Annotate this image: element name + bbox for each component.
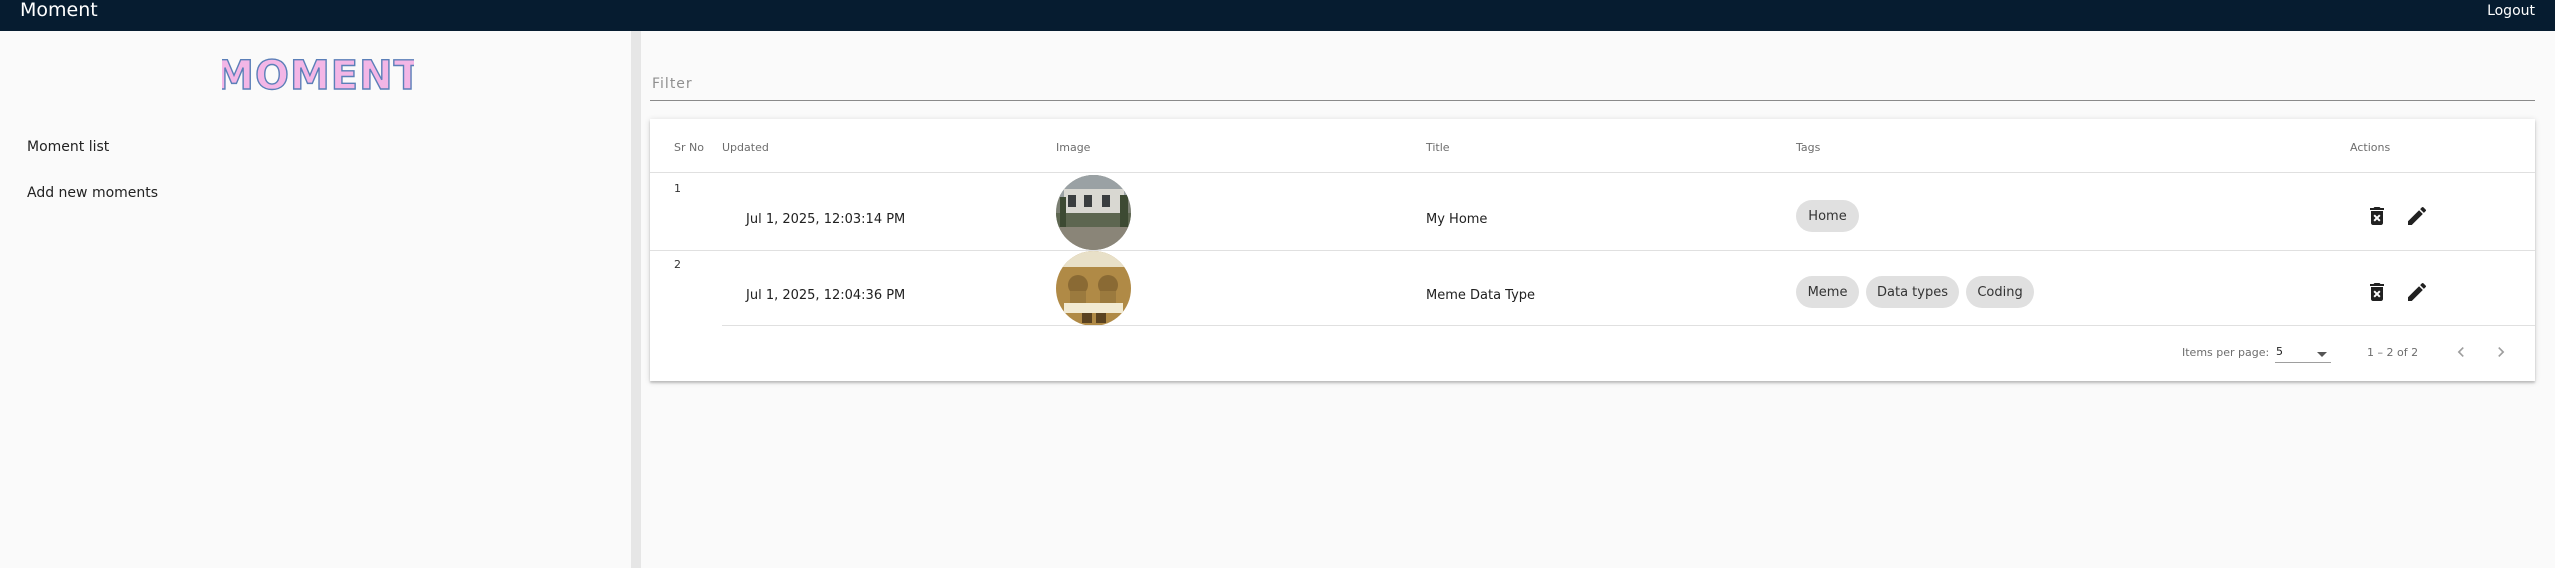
app-title: Moment	[20, 0, 98, 21]
edit-icon[interactable]	[2405, 280, 2429, 304]
edit-icon[interactable]	[2405, 204, 2429, 228]
header-title[interactable]: Title	[1426, 141, 1450, 154]
sidebar-item-add-new-moments[interactable]: Add new moments	[27, 185, 158, 201]
top-app-bar: Moment Logout	[0, 0, 2555, 31]
filter-field[interactable]	[650, 69, 2535, 101]
house-photo-image	[1056, 175, 1131, 250]
meme-image	[1056, 251, 1131, 326]
logo-text: MOMENT	[222, 53, 414, 99]
header-actions: Actions	[2350, 141, 2391, 154]
previous-page-icon[interactable]	[2451, 342, 2471, 362]
filter-input[interactable]	[650, 75, 2535, 93]
row-srno: 2	[674, 258, 681, 271]
row-title: Meme Data Type	[1426, 288, 1536, 303]
moment-thumbnail[interactable]	[1056, 251, 1131, 326]
tag-chip[interactable]: Meme	[1796, 276, 1859, 308]
delete-icon[interactable]	[2365, 280, 2389, 304]
main-content: Sr No Updated Image Title Tags Actions 1…	[641, 31, 2555, 568]
row-divider	[722, 325, 2535, 326]
sidebar: MOMENT Moment list Add new moments	[0, 31, 631, 568]
header-image: Image	[1056, 141, 1091, 154]
logout-button[interactable]: Logout	[2487, 3, 2535, 19]
page-range-label: 1 – 2 of 2	[2367, 346, 2419, 359]
page-size-select[interactable]: 5	[2275, 343, 2331, 363]
header-srno[interactable]: Sr No	[674, 141, 704, 154]
header-divider	[650, 172, 2535, 173]
moment-logo: MOMENT	[222, 52, 414, 99]
sidebar-item-moment-list[interactable]: Moment list	[27, 139, 109, 155]
page-size-value: 5	[2276, 345, 2283, 358]
row-updated: Jul 1, 2025, 12:03:14 PM	[746, 212, 906, 227]
moments-table: Sr No Updated Image Title Tags Actions 1…	[650, 119, 2535, 381]
next-page-icon[interactable]	[2491, 342, 2511, 362]
row-title: My Home	[1426, 212, 1488, 227]
tag-chip[interactable]: Coding	[1966, 276, 2034, 308]
chevron-down-icon	[2317, 352, 2327, 357]
row-srno: 1	[674, 182, 681, 195]
row-divider	[650, 250, 2535, 251]
delete-icon[interactable]	[2365, 204, 2389, 228]
items-per-page-label: Items per page:	[2182, 346, 2270, 359]
tag-chip[interactable]: Home	[1796, 200, 1859, 232]
sidebar-divider[interactable]	[631, 31, 641, 568]
row-updated: Jul 1, 2025, 12:04:36 PM	[746, 288, 906, 303]
header-updated[interactable]: Updated	[722, 141, 769, 154]
moment-thumbnail[interactable]	[1056, 175, 1131, 250]
tag-chip[interactable]: Data types	[1866, 276, 1959, 308]
header-tags: Tags	[1796, 141, 1821, 154]
